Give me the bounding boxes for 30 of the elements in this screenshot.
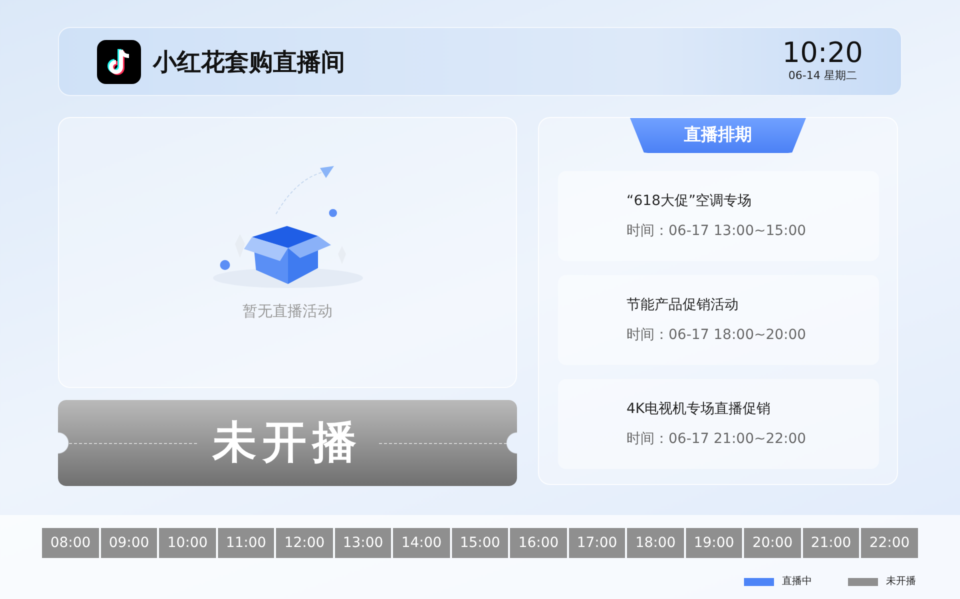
clock-time: 10:20 xyxy=(782,38,863,68)
empty-message: 暂无直播活动 xyxy=(242,301,332,322)
time-slot: 16:00 xyxy=(510,528,567,558)
schedule-title: 直播排期 xyxy=(630,118,806,153)
room-title: 小红花套购直播间 xyxy=(153,46,345,78)
time-slot: 13:00 xyxy=(334,528,392,558)
time-slot: 15:00 xyxy=(452,528,508,558)
time-slot: 14:00 xyxy=(393,528,450,558)
time-slot: 19:00 xyxy=(686,528,742,558)
broadcast-status-ticket: 未开播 xyxy=(58,400,517,486)
event-name: “618大促”空调专场 xyxy=(626,192,753,210)
time-slot: 12:00 xyxy=(276,528,333,558)
time-slot: 18:00 xyxy=(627,528,684,558)
time-slot: 09:00 xyxy=(100,528,158,558)
music-note-logo-icon xyxy=(97,40,141,84)
legend-label: 直播中 xyxy=(782,574,812,589)
event-name: 4K电视机专场直播促销 xyxy=(626,400,772,418)
time-slot: 17:00 xyxy=(568,528,626,558)
time-slot: 11:00 xyxy=(218,528,274,558)
time-slot: 10:00 xyxy=(159,528,216,558)
time-slot: 20:00 xyxy=(744,528,801,558)
legend-label: 未开播 xyxy=(886,574,916,589)
event-time: 时间：06-17 13:00~15:00 xyxy=(626,222,808,240)
time-slot: 08:00 xyxy=(42,528,99,558)
time-slot: 22:00 xyxy=(861,528,918,558)
event-time: 时间：06-17 18:00~20:00 xyxy=(626,326,808,344)
clock-date: 06-14 星期二 xyxy=(788,68,857,84)
event-name: 节能产品促销活动 xyxy=(626,296,740,314)
event-time: 时间：06-17 21:00~22:00 xyxy=(626,430,808,448)
time-slot: 21:00 xyxy=(802,528,860,558)
